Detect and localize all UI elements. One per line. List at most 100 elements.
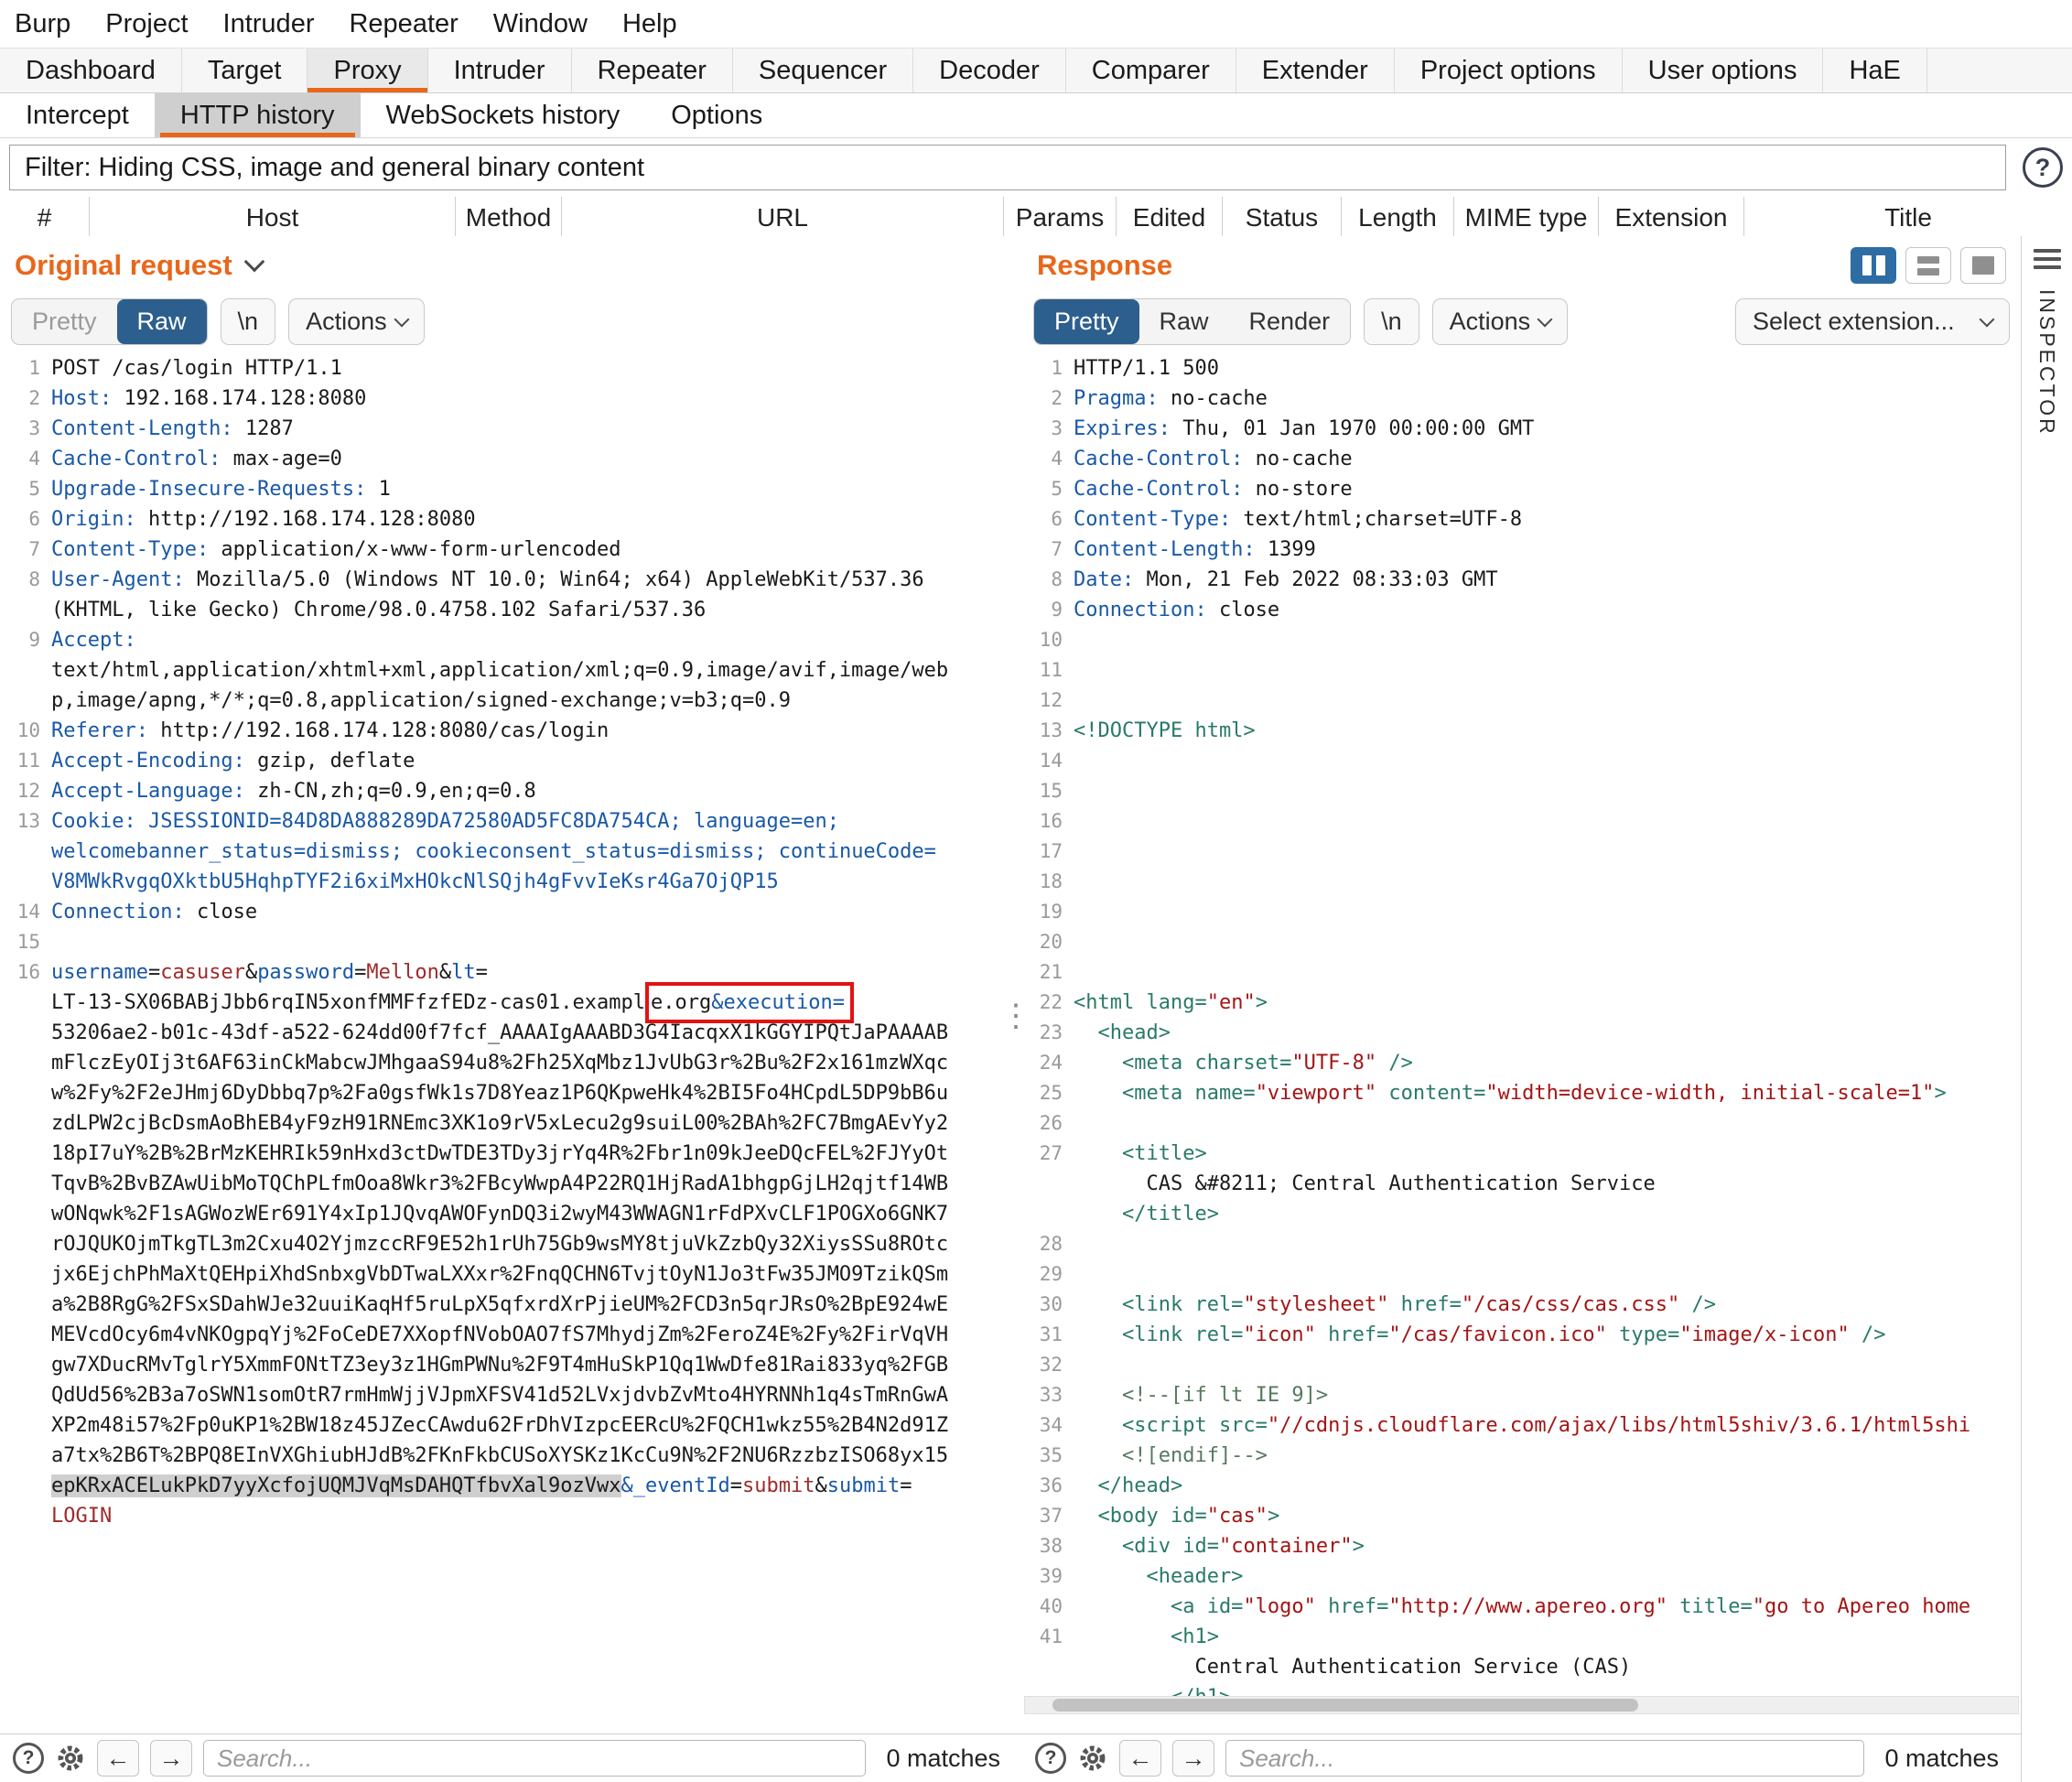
col-host[interactable]: Host — [90, 197, 456, 239]
code-line: 7Content-Length: 1399 — [1028, 535, 2021, 565]
subtab-http-history[interactable]: HTTP history — [155, 93, 361, 137]
select-extension-label: Select extension... — [1753, 308, 1955, 336]
menu-window[interactable]: Window — [493, 9, 588, 39]
tab-target[interactable]: Target — [182, 49, 308, 92]
col-params[interactable]: Params — [1004, 197, 1117, 239]
code-line: 27 <title> — [1028, 1139, 2021, 1169]
code-line: 25 <meta name="viewport" content="width=… — [1028, 1078, 2021, 1108]
tab-repeater[interactable]: Repeater — [572, 49, 733, 92]
request-search-input[interactable] — [203, 1740, 866, 1777]
request-newline-toggle[interactable]: \n — [221, 298, 276, 345]
request-search-prev-button[interactable]: ← — [97, 1740, 139, 1777]
code-line: MEVcdOcy6m4vNKOgpqYj%2FoCeDE7XXopfNVobOA… — [5, 1320, 1009, 1350]
request-search-help-icon[interactable]: ? — [13, 1743, 44, 1774]
col-title[interactable]: Title — [1744, 197, 2072, 239]
menu-project[interactable]: Project — [105, 9, 188, 39]
col-length[interactable]: Length — [1342, 197, 1454, 239]
code-line: 10 — [1028, 625, 2021, 655]
code-line: jx6EjchPhMaXtQEHpiXhdSnbxgVbDTwaLXXxr%2F… — [5, 1259, 1009, 1290]
response-search-prev-button[interactable]: ← — [1119, 1740, 1161, 1777]
request-editor[interactable]: 1POST /cas/login HTTP/1.12Host: 192.168.… — [0, 348, 1009, 1734]
menu-intruder[interactable]: Intruder — [223, 9, 315, 39]
code-line: LT-13-SX06BABjJbb6rqIN5xonfMMFfzfEDz-cas… — [5, 988, 1009, 1018]
response-editor[interactable]: 1HTTP/1.1 5002Pragma: no-cache3Expires: … — [1022, 348, 2021, 1734]
menu-burp[interactable]: Burp — [15, 9, 70, 39]
chevron-down-icon — [1538, 312, 1553, 328]
request-pretty-tab[interactable]: Pretty — [12, 299, 117, 344]
code-line: 1HTTP/1.1 500 — [1028, 353, 2021, 383]
layout-buttons — [1851, 247, 2006, 284]
tab-project-options[interactable]: Project options — [1395, 49, 1623, 92]
response-raw-tab[interactable]: Raw — [1139, 299, 1229, 344]
code-line: epKRxACELukPkD7yyXcfojUQMJVqMsDAHQTfbvXa… — [5, 1471, 1009, 1501]
response-newline-toggle[interactable]: \n — [1364, 298, 1419, 345]
subtab-intercept[interactable]: Intercept — [0, 93, 155, 137]
layout-single-button[interactable] — [1960, 247, 2006, 284]
filter-help-icon[interactable]: ? — [2023, 147, 2063, 188]
col-extension[interactable]: Extension — [1599, 197, 1744, 239]
menu-help[interactable]: Help — [622, 9, 677, 39]
code-line: 6Origin: http://192.168.174.128:8080 — [5, 504, 1009, 535]
request-search-settings-gear-icon[interactable] — [55, 1743, 86, 1774]
col-method[interactable]: Method — [456, 197, 562, 239]
layout-rows-button[interactable] — [1905, 247, 1951, 284]
request-pane-title[interactable]: Original request — [15, 249, 232, 282]
code-line: 15 — [1028, 776, 2021, 806]
request-raw-tab[interactable]: Raw — [117, 299, 207, 344]
code-line: 31 <link rel="icon" href="/cas/favicon.i… — [1028, 1320, 2021, 1350]
code-line: LOGIN — [5, 1501, 1009, 1531]
subtab-websockets-history[interactable]: WebSockets history — [361, 93, 646, 137]
tab-sequencer[interactable]: Sequencer — [733, 49, 913, 92]
response-pretty-tab[interactable]: Pretty — [1034, 299, 1139, 344]
code-line: 4Cache-Control: max-age=0 — [5, 444, 1009, 474]
filter-text: Filter: Hiding CSS, image and general bi… — [25, 153, 644, 183]
tab-dashboard[interactable]: Dashboard — [0, 49, 182, 92]
menu-repeater[interactable]: Repeater — [349, 9, 458, 39]
col-url[interactable]: URL — [562, 197, 1004, 239]
chevron-down-icon[interactable] — [243, 252, 264, 273]
code-line: 8User-Agent: Mozilla/5.0 (Windows NT 10.… — [5, 565, 1009, 595]
code-line: gw7XDucRMvTglrY5XmmFONtTZ3ey3z1HGmPWNu%2… — [5, 1350, 1009, 1380]
filter-bar[interactable]: Filter: Hiding CSS, image and general bi… — [9, 145, 2006, 190]
tab-comparer[interactable]: Comparer — [1066, 49, 1236, 92]
inspector-label[interactable]: INSPECTOR — [2034, 289, 2059, 437]
col-number[interactable]: # — [0, 197, 90, 239]
response-hscrollbar-thumb[interactable] — [1052, 1699, 1638, 1712]
tab-intruder[interactable]: Intruder — [428, 49, 572, 92]
pane-divider[interactable]: ⋮ — [1009, 236, 1022, 1734]
col-edited[interactable]: Edited — [1117, 197, 1223, 239]
code-line: 9Accept: — [5, 625, 1009, 655]
request-search-next-button[interactable]: → — [150, 1740, 192, 1777]
response-search-settings-gear-icon[interactable] — [1077, 1743, 1108, 1774]
response-search-matches: 0 matches — [1875, 1744, 2008, 1773]
response-view-toggle: Pretty Raw Render — [1033, 298, 1351, 345]
chevron-down-icon — [1980, 312, 1995, 328]
inspector-collapse-icon[interactable] — [2034, 247, 2061, 271]
layout-columns-button[interactable] — [1851, 247, 1896, 284]
response-render-tab[interactable]: Render — [1229, 299, 1351, 344]
code-line: 41 <h1> — [1028, 1622, 2021, 1652]
request-search-bar: ? ← → 0 matches — [0, 1734, 1022, 1782]
response-pane-title[interactable]: Response — [1037, 249, 1172, 282]
code-line: 14Connection: close — [5, 897, 1009, 927]
response-search-next-button[interactable]: → — [1172, 1740, 1214, 1777]
code-line: 17 — [1028, 837, 2021, 867]
request-actions-button[interactable]: Actions — [288, 298, 425, 345]
response-hscrollbar[interactable] — [1024, 1696, 2019, 1714]
request-view-toggle: Pretty Raw — [11, 298, 208, 345]
status-bar: ? ← → 0 matches ? ← → 0 matches — [0, 1733, 2021, 1782]
response-search-help-icon[interactable]: ? — [1035, 1743, 1066, 1774]
tab-proxy[interactable]: Proxy — [308, 49, 427, 92]
tab-user-options[interactable]: User options — [1623, 49, 1824, 92]
col-mime-type[interactable]: MIME type — [1454, 197, 1599, 239]
response-actions-button[interactable]: Actions — [1432, 298, 1569, 345]
select-extension-dropdown[interactable]: Select extension... — [1735, 298, 2010, 345]
tab-decoder[interactable]: Decoder — [913, 49, 1066, 92]
subtab-options[interactable]: Options — [645, 93, 788, 137]
response-search-input[interactable] — [1225, 1740, 1864, 1777]
tab-hae[interactable]: HaE — [1823, 49, 1926, 92]
col-status[interactable]: Status — [1223, 197, 1342, 239]
code-line: w%2Fy%2F2eJHmj6DyDbbq7p%2Fa0gsfWk1s7D8Ye… — [5, 1078, 1009, 1108]
code-line: 34 <script src="//cdnjs.cloudflare.com/a… — [1028, 1410, 2021, 1441]
tab-extender[interactable]: Extender — [1236, 49, 1395, 92]
